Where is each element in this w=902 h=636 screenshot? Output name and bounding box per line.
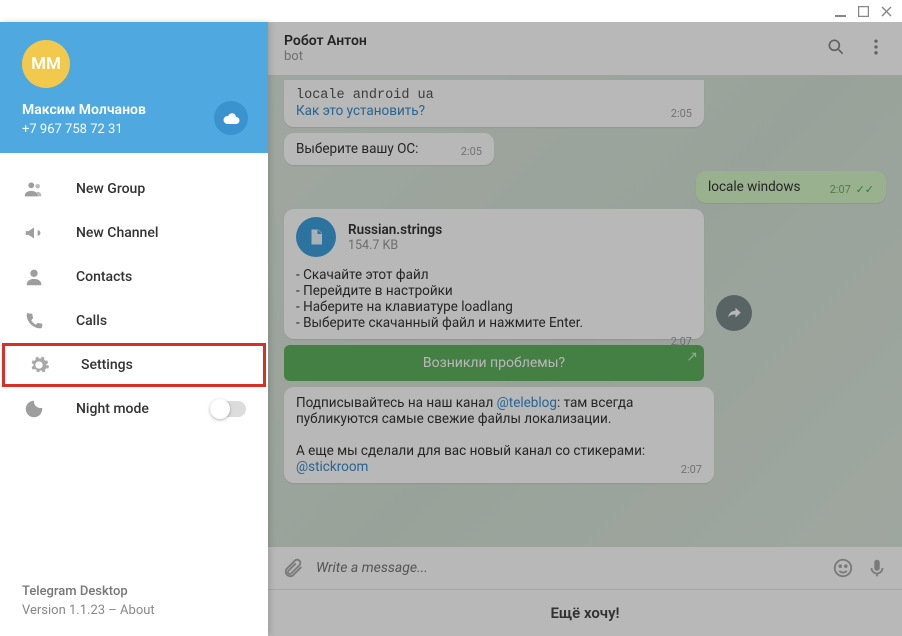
window-titlebar xyxy=(0,0,902,22)
menu-new-channel[interactable]: New Channel xyxy=(0,211,268,255)
message-text: - Перейдите в настройки xyxy=(296,283,692,299)
code-text: locale android ua xyxy=(296,88,692,103)
minimize-icon[interactable] xyxy=(835,2,846,21)
message-input[interactable] xyxy=(316,560,820,576)
message-text: А еще мы сделали для вас новый канал со … xyxy=(296,443,645,459)
profile-name: Максим Молчанов xyxy=(22,102,246,118)
message-text: Выберите вашу ОС: xyxy=(296,141,418,157)
chat-area: Робот Антон bot locale android ua Как эт… xyxy=(268,22,902,636)
maximize-icon[interactable] xyxy=(858,2,869,21)
message-out[interactable]: locale windows 2:07 ✓✓ xyxy=(696,171,886,203)
person-icon xyxy=(22,265,46,289)
night-mode-toggle[interactable] xyxy=(212,401,246,417)
sidebar-footer: Telegram Desktop Version 1.1.23 – About xyxy=(0,566,268,636)
bot-keyboard-button[interactable]: Ещё хочу! xyxy=(268,589,902,636)
message-text: locale windows xyxy=(708,179,801,195)
message-in[interactable]: Выберите вашу ОС: 2:05 xyxy=(284,133,494,165)
message-in[interactable]: Подписывайтесь на наш канал @teleblog: т… xyxy=(284,387,714,483)
menu-label: New Channel xyxy=(76,225,158,241)
menu-label: New Group xyxy=(76,181,145,197)
message-text: - Скачайте этот файл xyxy=(296,267,692,283)
external-icon: ↗ xyxy=(686,349,698,365)
menu-calls[interactable]: Calls xyxy=(0,299,268,343)
chat-subtitle: bot xyxy=(284,49,367,64)
menu-label: Night mode xyxy=(76,401,149,417)
message-link[interactable]: Как это установить? xyxy=(296,103,425,119)
message-composer xyxy=(268,547,902,589)
message-in[interactable]: locale android ua Как это установить? 2:… xyxy=(284,80,704,127)
message-list[interactable]: locale android ua Как это установить? 2:… xyxy=(268,76,902,547)
menu-night-mode[interactable]: Night mode xyxy=(0,387,268,431)
group-icon xyxy=(22,177,46,201)
message-in-file[interactable]: Russian.strings 154.7 KB - Скачайте этот… xyxy=(284,209,704,339)
message-text: Подписывайтесь на наш канал xyxy=(296,395,497,411)
read-checks-icon: ✓✓ xyxy=(856,183,874,196)
menu-label: Calls xyxy=(76,313,107,329)
menu-label: Contacts xyxy=(76,269,132,285)
attach-icon[interactable] xyxy=(282,557,304,579)
megaphone-icon xyxy=(22,221,46,245)
menu-settings[interactable]: Settings xyxy=(2,343,266,387)
profile-header: MM Максим Молчанов +7 967 758 72 31 xyxy=(0,22,268,153)
gear-icon xyxy=(27,353,51,377)
profile-phone: +7 967 758 72 31 xyxy=(22,122,246,137)
message-time: 2:07 ✓✓ xyxy=(830,183,874,196)
emoji-icon[interactable] xyxy=(832,557,854,579)
inline-button[interactable]: Возникли проблемы? ↗ xyxy=(284,345,704,381)
search-icon[interactable] xyxy=(826,37,846,61)
app-version[interactable]: Version 1.1.23 – About xyxy=(22,603,246,618)
message-link[interactable]: @stickroom xyxy=(296,459,368,475)
file-name: Russian.strings xyxy=(348,222,442,238)
avatar[interactable]: MM xyxy=(22,40,70,88)
mic-icon[interactable] xyxy=(866,557,888,579)
message-link[interactable]: @teleblog xyxy=(497,395,557,411)
saved-messages-button[interactable] xyxy=(214,101,248,135)
file-size: 154.7 KB xyxy=(348,238,442,253)
menu-contacts[interactable]: Contacts xyxy=(0,255,268,299)
menu-list: New Group New Channel Contacts Calls Set… xyxy=(0,153,268,566)
main-menu-sidebar: MM Максим Молчанов +7 967 758 72 31 New … xyxy=(0,22,268,636)
message-text: - Выберите скачанный файл и нажмите Ente… xyxy=(296,315,692,331)
chat-title: Робот Антон xyxy=(284,33,367,49)
app-name: Telegram Desktop xyxy=(22,584,246,599)
file-icon[interactable] xyxy=(296,217,336,257)
phone-icon xyxy=(22,309,46,333)
chat-header[interactable]: Робот Антон bot xyxy=(268,22,902,76)
menu-label: Settings xyxy=(81,357,133,373)
message-time: 2:05 xyxy=(461,145,482,158)
message-time: 2:07 xyxy=(681,463,702,476)
message-text: - Наберите на клавиатуре loadlang xyxy=(296,299,692,315)
close-icon[interactable] xyxy=(881,2,892,21)
message-time: 2:05 xyxy=(671,107,692,120)
moon-icon xyxy=(22,397,46,421)
forward-button[interactable] xyxy=(716,295,752,331)
menu-new-group[interactable]: New Group xyxy=(0,167,268,211)
more-icon[interactable] xyxy=(866,37,886,61)
